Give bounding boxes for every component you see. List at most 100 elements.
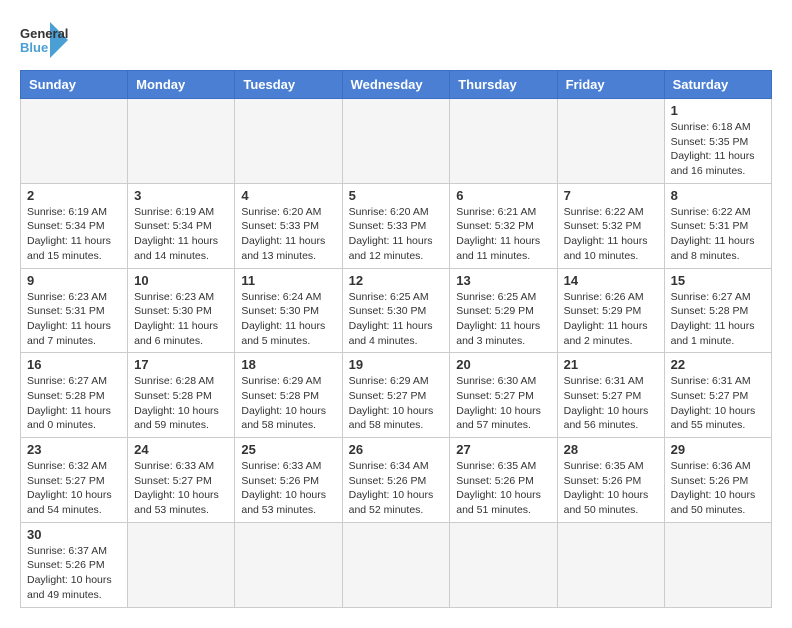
day-number: 1	[671, 103, 765, 118]
calendar-cell: 11 Sunrise: 6:24 AM Sunset: 5:30 PM Dayli…	[235, 268, 342, 353]
day-info: Sunrise: 6:35 AM Sunset: 5:26 PM Dayligh…	[456, 459, 550, 518]
day-number: 30	[27, 527, 121, 542]
weekday-header-wednesday: Wednesday	[342, 71, 450, 99]
day-number: 16	[27, 357, 121, 372]
day-info: Sunrise: 6:19 AM Sunset: 5:34 PM Dayligh…	[27, 205, 121, 264]
calendar-cell: 15Sunrise: 6:27 AM Sunset: 5:28 PM Dayli…	[664, 268, 771, 353]
day-number: 23	[27, 442, 121, 457]
calendar-cell: 20Sunrise: 6:30 AM Sunset: 5:27 PM Dayli…	[450, 353, 557, 438]
weekday-header-monday: Monday	[128, 71, 235, 99]
calendar-header-row: SundayMondayTuesdayWednesdayThursdayFrid…	[21, 71, 772, 99]
day-info: Sunrise: 6:26 AM Sunset: 5:29 PM Dayligh…	[564, 290, 658, 349]
day-info: Sunrise: 6:28 AM Sunset: 5:28 PM Dayligh…	[134, 374, 228, 433]
day-number: 25	[241, 442, 335, 457]
weekday-header-saturday: Saturday	[664, 71, 771, 99]
calendar-cell: 13 Sunrise: 6:25 AM Sunset: 5:29 PM Dayli…	[450, 268, 557, 353]
day-number: 11	[241, 273, 335, 288]
calendar-cell: 19Sunrise: 6:29 AM Sunset: 5:27 PM Dayli…	[342, 353, 450, 438]
calendar-cell: 29Sunrise: 6:36 AM Sunset: 5:26 PM Dayli…	[664, 438, 771, 523]
day-info: Sunrise: 6:29 AM Sunset: 5:27 PM Dayligh…	[349, 374, 444, 433]
calendar-cell	[664, 522, 771, 607]
calendar-cell: 24 Sunrise: 6:33 AM Sunset: 5:27 PM Dayli…	[128, 438, 235, 523]
calendar-cell: 10 Sunrise: 6:23 AM Sunset: 5:30 PM Dayli…	[128, 268, 235, 353]
calendar-cell: 30 Sunrise: 6:37 AM Sunset: 5:26 PM Dayli…	[21, 522, 128, 607]
day-info: Sunrise: 6:23 AM Sunset: 5:30 PM Dayligh…	[134, 290, 228, 349]
calendar-cell: 25 Sunrise: 6:33 AM Sunset: 5:26 PM Dayli…	[235, 438, 342, 523]
day-number: 5	[349, 188, 444, 203]
calendar-cell	[21, 99, 128, 184]
day-number: 22	[671, 357, 765, 372]
day-info: Sunrise: 6:32 AM Sunset: 5:27 PM Dayligh…	[27, 459, 121, 518]
calendar-cell	[128, 522, 235, 607]
svg-text:General: General	[20, 26, 68, 41]
day-number: 24	[134, 442, 228, 457]
day-number: 28	[564, 442, 658, 457]
day-number: 18	[241, 357, 335, 372]
day-number: 6	[456, 188, 550, 203]
logo: GeneralBlue	[20, 20, 70, 60]
calendar-cell: 18Sunrise: 6:29 AM Sunset: 5:28 PM Dayli…	[235, 353, 342, 438]
calendar-cell: 2 Sunrise: 6:19 AM Sunset: 5:34 PM Daylig…	[21, 183, 128, 268]
day-info: Sunrise: 6:31 AM Sunset: 5:27 PM Dayligh…	[671, 374, 765, 433]
weekday-header-thursday: Thursday	[450, 71, 557, 99]
day-number: 13	[456, 273, 550, 288]
calendar-cell	[450, 99, 557, 184]
day-info: Sunrise: 6:19 AM Sunset: 5:34 PM Dayligh…	[134, 205, 228, 264]
logo-svg: GeneralBlue	[20, 20, 70, 60]
day-number: 9	[27, 273, 121, 288]
day-number: 26	[349, 442, 444, 457]
calendar-week-5: 23 Sunrise: 6:32 AM Sunset: 5:27 PM Dayli…	[21, 438, 772, 523]
calendar-cell: 3 Sunrise: 6:19 AM Sunset: 5:34 PM Daylig…	[128, 183, 235, 268]
day-info: Sunrise: 6:33 AM Sunset: 5:27 PM Dayligh…	[134, 459, 228, 518]
day-number: 17	[134, 357, 228, 372]
calendar-week-1: 1Sunrise: 6:18 AM Sunset: 5:35 PM Daylig…	[21, 99, 772, 184]
day-info: Sunrise: 6:37 AM Sunset: 5:26 PM Dayligh…	[27, 544, 121, 603]
day-info: Sunrise: 6:36 AM Sunset: 5:26 PM Dayligh…	[671, 459, 765, 518]
calendar-table: SundayMondayTuesdayWednesdayThursdayFrid…	[20, 70, 772, 608]
calendar-week-4: 16Sunrise: 6:27 AM Sunset: 5:28 PM Dayli…	[21, 353, 772, 438]
calendar-cell: 23 Sunrise: 6:32 AM Sunset: 5:27 PM Dayli…	[21, 438, 128, 523]
calendar-cell: 28 Sunrise: 6:35 AM Sunset: 5:26 PM Dayli…	[557, 438, 664, 523]
day-info: Sunrise: 6:24 AM Sunset: 5:30 PM Dayligh…	[241, 290, 335, 349]
calendar-cell: 27 Sunrise: 6:35 AM Sunset: 5:26 PM Dayli…	[450, 438, 557, 523]
day-number: 20	[456, 357, 550, 372]
calendar-cell	[450, 522, 557, 607]
calendar-cell: 16Sunrise: 6:27 AM Sunset: 5:28 PM Dayli…	[21, 353, 128, 438]
day-number: 2	[27, 188, 121, 203]
day-number: 15	[671, 273, 765, 288]
calendar-cell	[235, 99, 342, 184]
calendar-cell	[342, 99, 450, 184]
day-info: Sunrise: 6:31 AM Sunset: 5:27 PM Dayligh…	[564, 374, 658, 433]
day-info: Sunrise: 6:22 AM Sunset: 5:31 PM Dayligh…	[671, 205, 765, 264]
calendar-cell: 9 Sunrise: 6:23 AM Sunset: 5:31 PM Daylig…	[21, 268, 128, 353]
calendar-week-2: 2 Sunrise: 6:19 AM Sunset: 5:34 PM Daylig…	[21, 183, 772, 268]
weekday-header-tuesday: Tuesday	[235, 71, 342, 99]
calendar-cell: 21 Sunrise: 6:31 AM Sunset: 5:27 PM Dayli…	[557, 353, 664, 438]
day-info: Sunrise: 6:25 AM Sunset: 5:30 PM Dayligh…	[349, 290, 444, 349]
calendar-week-3: 9 Sunrise: 6:23 AM Sunset: 5:31 PM Daylig…	[21, 268, 772, 353]
day-number: 21	[564, 357, 658, 372]
day-info: Sunrise: 6:34 AM Sunset: 5:26 PM Dayligh…	[349, 459, 444, 518]
calendar-cell: 5Sunrise: 6:20 AM Sunset: 5:33 PM Daylig…	[342, 183, 450, 268]
day-number: 7	[564, 188, 658, 203]
calendar-cell: 7Sunrise: 6:22 AM Sunset: 5:32 PM Daylig…	[557, 183, 664, 268]
day-info: Sunrise: 6:33 AM Sunset: 5:26 PM Dayligh…	[241, 459, 335, 518]
calendar-cell: 26 Sunrise: 6:34 AM Sunset: 5:26 PM Dayli…	[342, 438, 450, 523]
day-number: 27	[456, 442, 550, 457]
calendar-cell: 4Sunrise: 6:20 AM Sunset: 5:33 PM Daylig…	[235, 183, 342, 268]
day-number: 3	[134, 188, 228, 203]
day-info: Sunrise: 6:23 AM Sunset: 5:31 PM Dayligh…	[27, 290, 121, 349]
day-number: 14	[564, 273, 658, 288]
day-number: 10	[134, 273, 228, 288]
calendar-cell	[342, 522, 450, 607]
weekday-header-friday: Friday	[557, 71, 664, 99]
calendar-week-6: 30 Sunrise: 6:37 AM Sunset: 5:26 PM Dayli…	[21, 522, 772, 607]
calendar-cell: 22 Sunrise: 6:31 AM Sunset: 5:27 PM Dayli…	[664, 353, 771, 438]
calendar-cell	[235, 522, 342, 607]
day-number: 4	[241, 188, 335, 203]
day-info: Sunrise: 6:25 AM Sunset: 5:29 PM Dayligh…	[456, 290, 550, 349]
svg-text:Blue: Blue	[20, 40, 48, 55]
day-info: Sunrise: 6:35 AM Sunset: 5:26 PM Dayligh…	[564, 459, 658, 518]
calendar-cell	[557, 99, 664, 184]
calendar-cell: 14 Sunrise: 6:26 AM Sunset: 5:29 PM Dayli…	[557, 268, 664, 353]
